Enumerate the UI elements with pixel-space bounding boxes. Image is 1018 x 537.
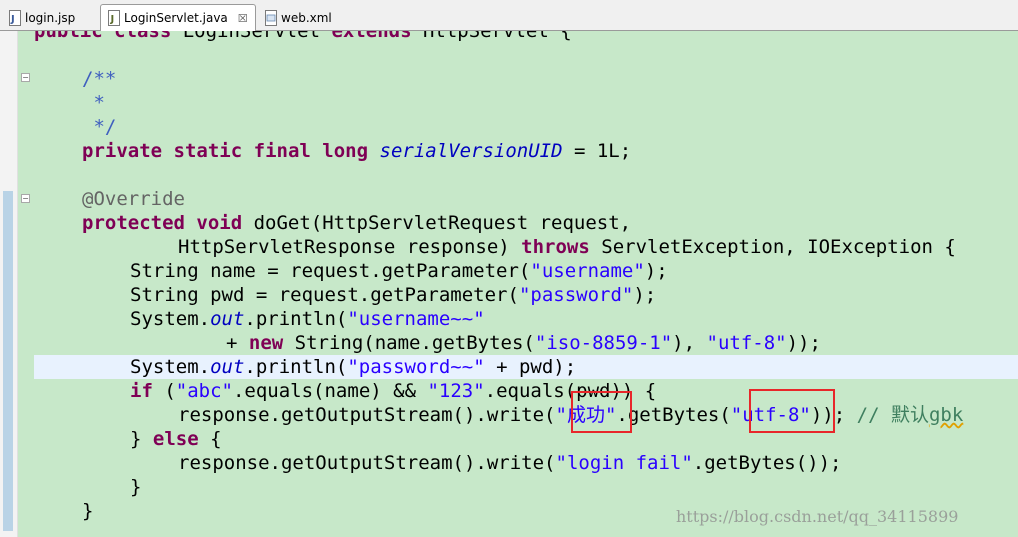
code-line: @Override (82, 188, 185, 210)
code-line: } else { (130, 428, 222, 450)
code-line: */ (82, 116, 117, 138)
editor-ruler (0, 31, 18, 537)
jsp-file-icon: J (8, 10, 22, 26)
tab-login-jsp[interactable]: J login.jsp (2, 5, 98, 31)
tab-web-xml[interactable]: web.xml (258, 5, 358, 31)
code-line: + new String(name.getBytes("iso-8859-1")… (226, 332, 821, 354)
fold-toggle-icon[interactable]: − (21, 194, 30, 203)
tab-label: LoginServlet.java (124, 11, 228, 25)
fold-toggle-icon[interactable]: − (21, 73, 30, 82)
editor-tab-bar: J login.jsp J LoginServlet.java ☒ web.xm… (0, 0, 1018, 31)
code-line: private static final long serialVersionU… (82, 140, 632, 162)
current-code-line: System.out.println("password~~" + pwd); (34, 355, 1018, 379)
watermark: https://blog.csdn.net/qq_34115899 (676, 507, 959, 526)
code-line: String name = request.getParameter("user… (130, 260, 668, 282)
code-line: * (82, 92, 105, 114)
code-line: } (130, 476, 142, 498)
highlight-box-utf8-string (749, 389, 835, 433)
tab-loginservlet-java[interactable]: J LoginServlet.java ☒ (100, 4, 256, 31)
code-editor[interactable]: public class LoginServlet extends HttpSe… (34, 31, 1018, 537)
svg-text:J: J (110, 14, 115, 25)
highlight-box-success-string (571, 391, 632, 433)
xml-file-icon (264, 10, 278, 26)
close-icon[interactable]: ☒ (238, 12, 248, 25)
code-line: protected void doGet(HttpServletRequest … (82, 212, 632, 234)
code-line: if ("abc".equals(name) && "123".equals(p… (130, 380, 657, 402)
code-line: response.getOutputStream().write("login … (178, 452, 842, 474)
tab-label: web.xml (281, 11, 332, 25)
code-line: response.getOutputStream().write("成功".ge… (178, 404, 964, 426)
svg-text:J: J (10, 14, 15, 25)
code-line: /** (82, 68, 117, 90)
change-marker (3, 191, 13, 531)
code-line: System.out.println("username~~" (130, 308, 485, 330)
tab-label: login.jsp (25, 11, 76, 25)
code-line: HttpServletResponse response) throws Ser… (178, 236, 956, 258)
java-file-icon: J (107, 10, 121, 26)
code-line: public class LoginServlet extends HttpSe… (34, 31, 572, 42)
code-line: String pwd = request.getParameter("passw… (130, 284, 657, 306)
